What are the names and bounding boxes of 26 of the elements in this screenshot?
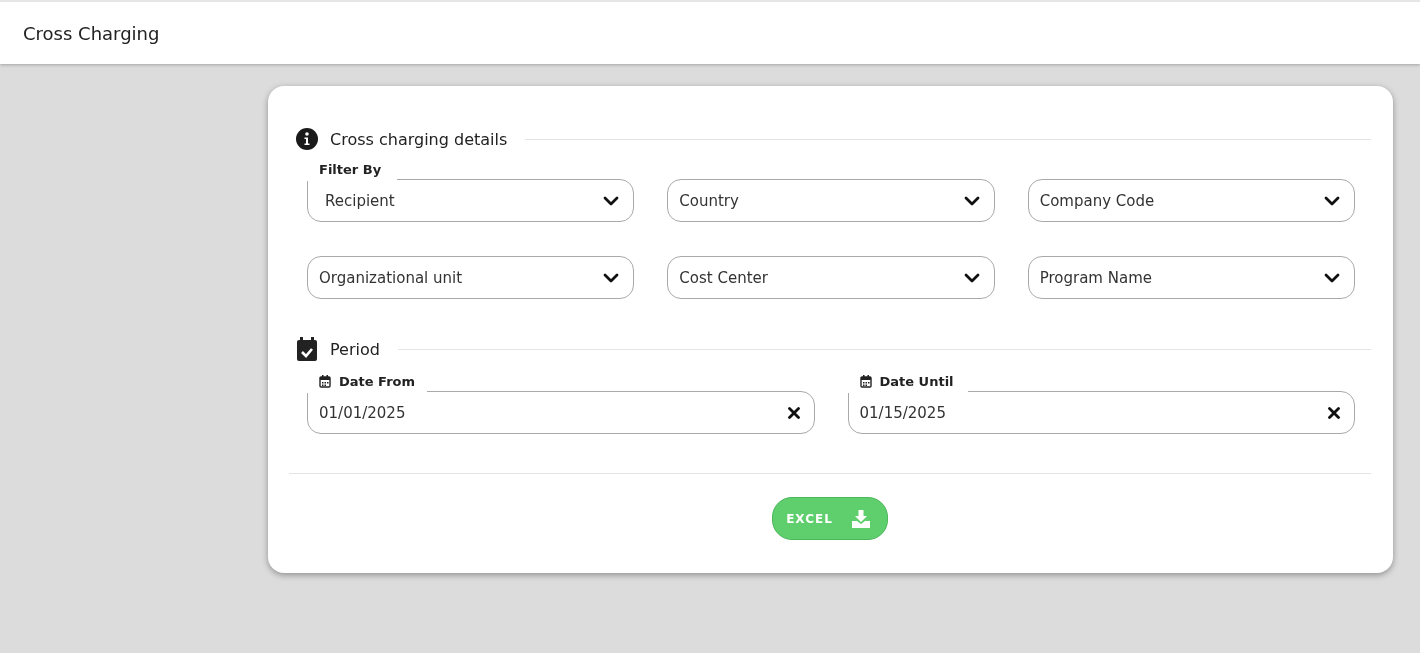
chevron-down-icon bbox=[603, 195, 620, 206]
section-title: Cross charging details bbox=[330, 129, 508, 149]
date-field[interactable]: 01/01/2025 bbox=[307, 391, 815, 434]
dropdown[interactable]: Country bbox=[667, 179, 995, 222]
date-field[interactable]: 01/15/2025 bbox=[847, 391, 1355, 434]
dropdown[interactable]: Recipient bbox=[307, 179, 635, 222]
page-title: Cross Charging bbox=[23, 22, 160, 44]
label-text: Date Until bbox=[879, 373, 954, 389]
calendar-check-icon bbox=[296, 337, 318, 361]
calendar-icon bbox=[859, 374, 872, 388]
chevron-down-icon bbox=[1324, 195, 1340, 206]
dropdown[interactable]: Company Code bbox=[1027, 179, 1355, 222]
dropdown[interactable]: Cost Center bbox=[667, 256, 995, 299]
info-icon bbox=[296, 128, 318, 150]
chevron-down-icon bbox=[963, 272, 980, 283]
chevron-down-icon bbox=[963, 195, 980, 206]
chevron-down-icon bbox=[603, 272, 620, 283]
download-icon bbox=[850, 508, 871, 529]
dropdown[interactable]: Program Name bbox=[1027, 256, 1355, 299]
section-title: Period bbox=[330, 339, 380, 359]
label-text: Date From bbox=[339, 373, 416, 389]
clear-icon[interactable] bbox=[1328, 406, 1340, 419]
clear-icon[interactable] bbox=[787, 406, 800, 419]
calendar-icon bbox=[319, 374, 331, 388]
chevron-down-icon bbox=[1324, 272, 1340, 283]
dropdown[interactable]: Organizational unit bbox=[307, 256, 635, 299]
